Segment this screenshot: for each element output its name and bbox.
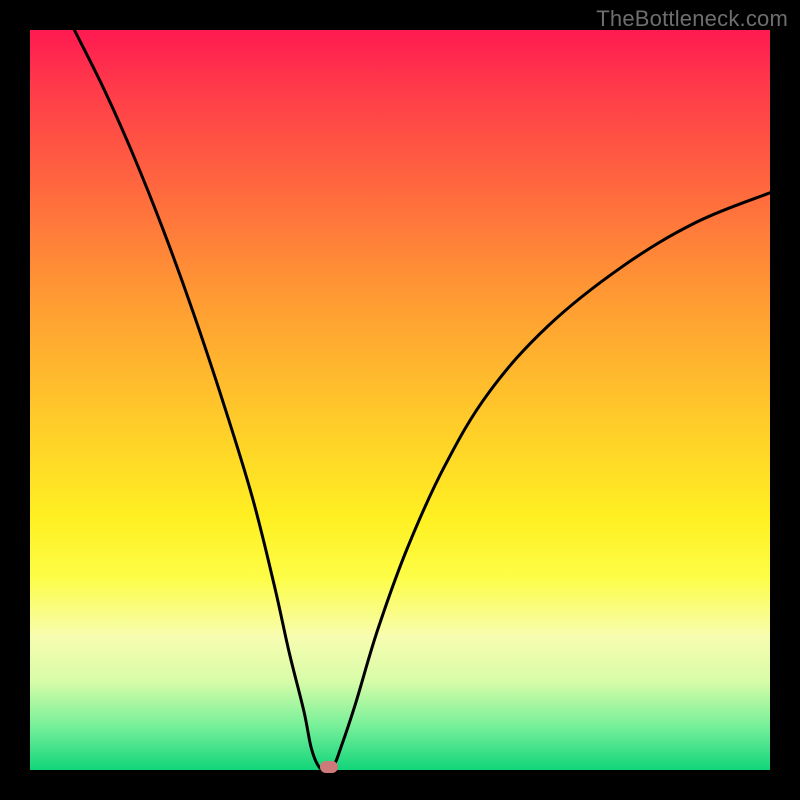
watermark-text: TheBottleneck.com [596,6,788,32]
bottleneck-curve [30,30,770,770]
optimal-point-marker [320,761,338,773]
chart-plot-area [30,30,770,770]
